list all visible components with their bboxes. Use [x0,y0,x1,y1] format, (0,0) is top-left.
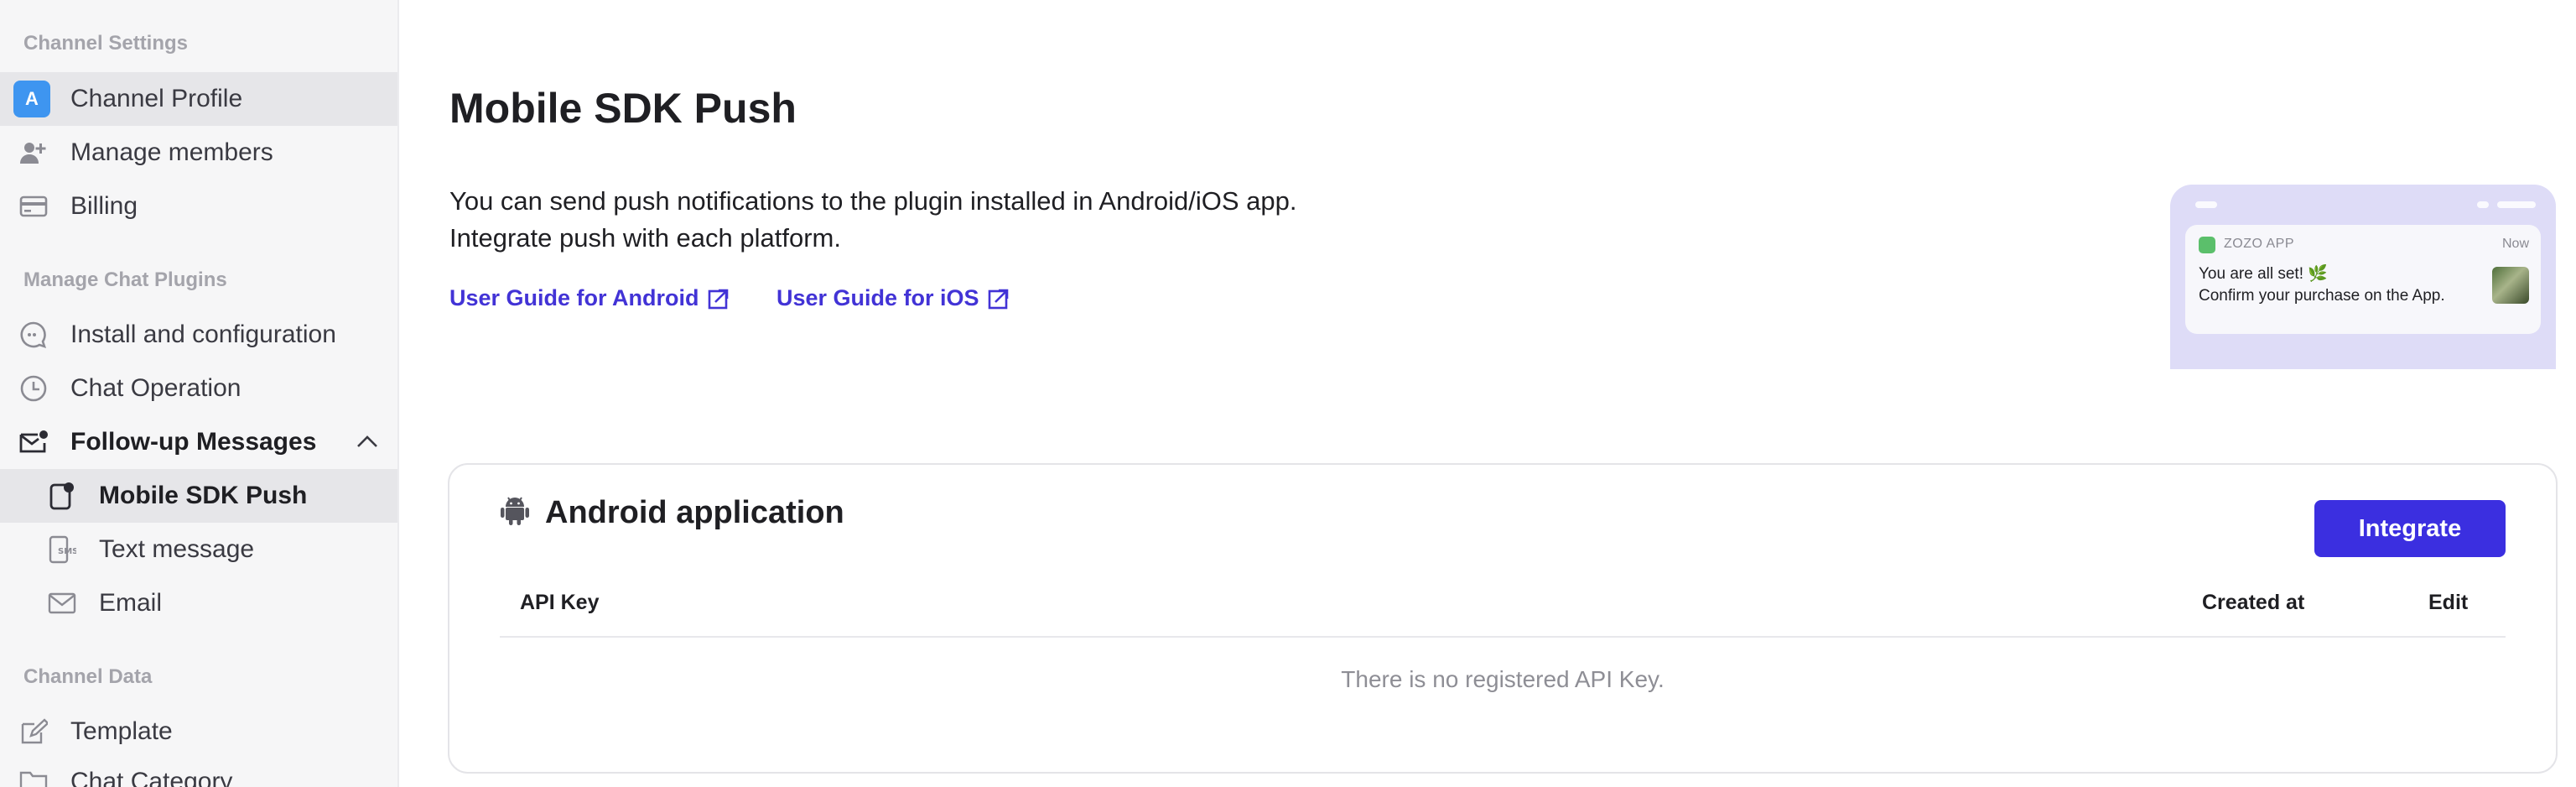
sidebar-item-label: Chat Category [70,768,233,787]
android-application-card: Android application Integrate API Key Cr… [448,463,2558,774]
sidebar-item-install-configuration[interactable]: Install and configuration [0,308,397,362]
description-line-2: Integrate push with each platform. [449,223,841,253]
sidebar-item-email[interactable]: Email [0,576,397,630]
section-title-channel-settings: Channel Settings [23,32,189,55]
ios-guide-link[interactable]: User Guide for iOS [776,285,1010,311]
card-icon [18,191,49,222]
sidebar: Channel Settings A Channel Profile Manag… [0,0,399,787]
mail-notify-icon [18,427,49,457]
column-header-created-at: Created at [2202,591,2305,614]
sidebar-item-label: Template [70,717,173,745]
sidebar-item-label: Billing [70,192,138,220]
notification-thumbnail [2492,267,2529,304]
external-link-icon [988,289,1008,309]
avatar: A [13,81,50,117]
sidebar-item-chat-operation[interactable]: Chat Operation [0,362,397,415]
user-add-icon [18,138,49,168]
template-icon [18,717,49,747]
ios-guide-link-label: User Guide for iOS [776,285,979,310]
column-header-edit: Edit [2428,591,2469,614]
android-guide-link[interactable]: User Guide for Android [449,285,730,311]
description-line-1: You can send push notifications to the p… [449,186,1297,216]
table-divider [500,636,2506,638]
notification-app-name: ZOZO APP [2224,237,2295,251]
sidebar-item-label: Channel Profile [70,85,243,112]
notification-line-1: You are all set! 🌿 [2199,265,2328,283]
sidebar-item-label: Text message [99,535,255,563]
section-title-channel-data: Channel Data [23,665,153,688]
folder-icon [18,767,49,787]
chat-bubble-icon [18,320,49,350]
app-icon [2199,237,2215,253]
sidebar-item-label: Install and configuration [70,321,336,348]
sidebar-item-label: Email [99,589,163,617]
svg-text:SMS: SMS [58,547,76,556]
card-header: Android application [500,495,844,531]
android-guide-link-label: User Guide for Android [449,285,699,310]
sidebar-item-label: Mobile SDK Push [99,482,308,509]
sidebar-item-channel-profile[interactable]: A Channel Profile [0,72,397,126]
external-link-icon [708,289,728,309]
mail-icon [47,588,77,618]
sidebar-item-label: Chat Operation [70,374,242,402]
integrate-button[interactable]: Integrate [2314,500,2506,557]
status-bar-indicator [2195,201,2217,208]
empty-state-text: There is no registered API Key. [1341,666,1665,692]
sidebar-item-template[interactable]: Template [0,705,397,758]
notification-line-2: Confirm your purchase on the App. [2199,287,2445,305]
sidebar-item-mobile-sdk-push[interactable]: Mobile SDK Push [0,469,397,523]
sms-icon: SMS [47,534,77,565]
sidebar-item-follow-up-messages[interactable]: Follow-up Messages [0,415,397,469]
sidebar-item-label: Follow-up Messages [70,428,317,456]
clock-icon [18,373,49,404]
column-header-api-key: API Key [520,591,600,614]
phone-notify-icon [47,481,77,511]
status-bar-indicator [2477,201,2489,208]
sidebar-item-manage-members[interactable]: Manage members [0,126,397,180]
card-title: Android application [545,495,844,530]
page-description: You can send push notifications to the p… [449,183,1297,257]
status-bar-indicator [2497,201,2536,208]
chevron-up-icon[interactable] [356,430,379,461]
sidebar-item-text-message[interactable]: SMS Text message [0,523,397,576]
sidebar-item-chat-category[interactable]: Chat Category [0,755,397,787]
notification-time: Now [2501,237,2529,251]
push-notification-preview: ZOZO APP Now You are all set! 🌿 Confirm … [2170,185,2556,369]
notification-card: ZOZO APP Now You are all set! 🌿 Confirm … [2185,225,2541,334]
section-title-manage-chat-plugins: Manage Chat Plugins [23,268,227,291]
page-title: Mobile SDK Push [449,85,797,132]
sidebar-item-billing[interactable]: Billing [0,180,397,233]
sidebar-item-label: Manage members [70,138,273,166]
android-icon [500,495,530,531]
